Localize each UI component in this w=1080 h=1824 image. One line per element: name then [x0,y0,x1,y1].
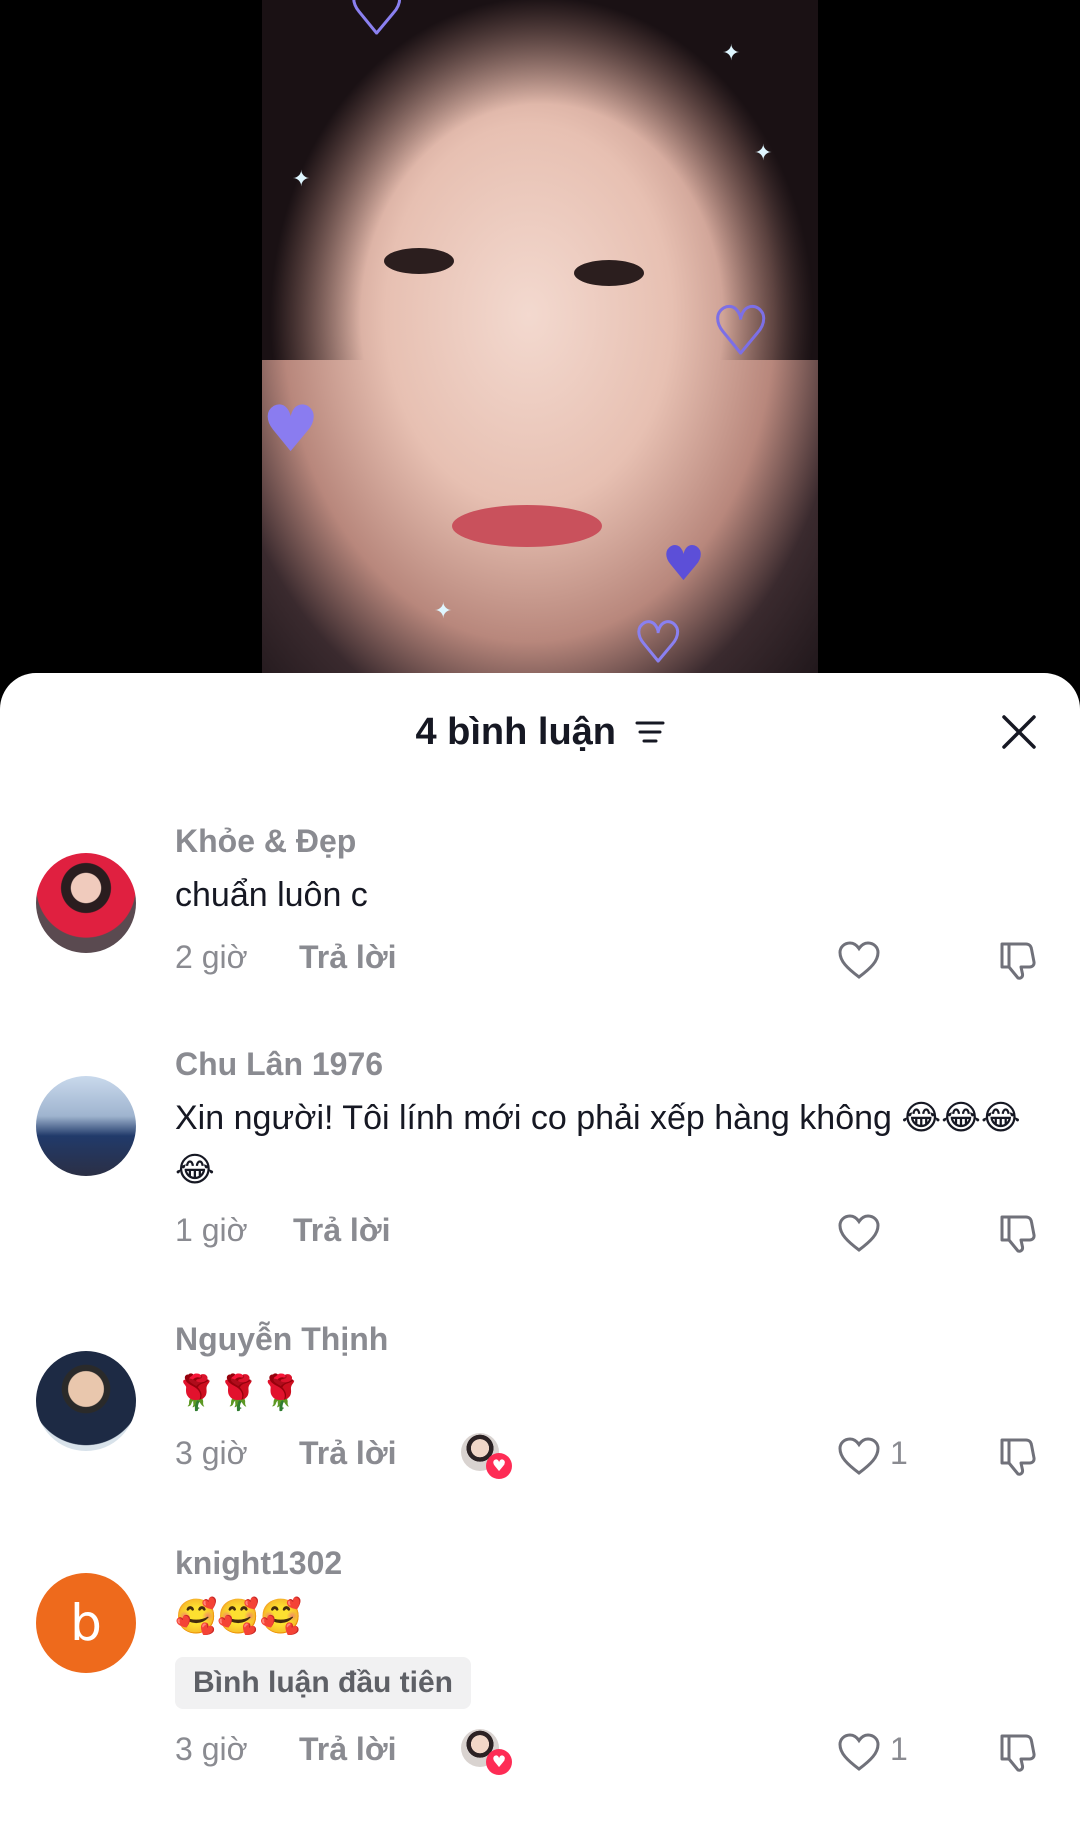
avatar[interactable] [36,853,136,953]
heart-outline-sticker-icon: ♥ [710,295,770,369]
heart-icon[interactable] [836,1729,882,1775]
comment-text: 🥰🥰🥰 [175,1598,303,1636]
comment-text: chuẩn luôn c [175,876,368,914]
creator-liked-heart-icon: ♥ [486,1749,512,1775]
comment-username[interactable]: knight1302 [175,1545,342,1582]
dislike-icon[interactable] [995,1433,1041,1479]
sheet-header: 4 bình luận [0,673,1080,793]
avatar[interactable]: b [36,1573,136,1673]
dislike-icon[interactable] [995,937,1041,983]
video-eye-right [574,260,644,286]
reply-button[interactable]: Trả lời [293,1212,390,1249]
video-eye-left [384,248,454,274]
sparkle-icon: ✦ [754,140,773,165]
reply-button[interactable]: Trả lời [299,1435,396,1472]
comment-text: Xin người! Tôi lính mới co phải xếp hàng… [175,1099,1021,1189]
heart-outline-sticker-icon: ♥ [632,611,683,674]
comment-username[interactable]: Nguyễn Thịnh [175,1321,388,1358]
dislike-icon[interactable] [995,1210,1041,1256]
dislike-icon[interactable] [995,1729,1041,1775]
sparkle-icon: ✦ [722,40,741,65]
like-count: 1 [890,1731,908,1767]
comment-username[interactable]: Khỏe & Đẹp [175,823,356,860]
comments-count-title: 4 bình luận [415,711,616,753]
heart-sticker-icon: ♥ [262,393,320,467]
comment-text: 🌹🌹🌹 [175,1374,303,1412]
sort-icon[interactable] [635,712,665,755]
sparkle-icon: ✦ [434,598,453,623]
heart-icon[interactable] [836,1210,882,1256]
first-comment-badge: Bình luận đầu tiên [175,1657,471,1709]
reply-button[interactable]: Trả lời [299,1731,396,1768]
comment-time: 3 giờ [175,1435,248,1471]
close-icon[interactable] [996,709,1042,755]
comment-time: 2 giờ [175,939,248,975]
heart-sticker-icon: ♥ [662,536,706,592]
avatar[interactable] [36,1351,136,1451]
video-lips [452,505,602,547]
sparkle-icon: ✦ [292,166,311,191]
heart-outline-sticker-icon: ♥ [346,0,406,49]
heart-icon[interactable] [836,1433,882,1479]
video-frame: ♥ ♥ ♥ ♥ ♥ ✦ ✦ ✦ ✦ [262,0,818,700]
comment-time: 1 giờ [175,1212,248,1248]
comment-time: 3 giờ [175,1731,248,1767]
like-count: 1 [890,1435,908,1471]
video-preview[interactable]: ♥ ♥ ♥ ♥ ♥ ✦ ✦ ✦ ✦ [0,0,1080,700]
heart-icon[interactable] [836,937,882,983]
comments-title-button[interactable]: 4 bình luận [0,711,1080,755]
comments-sheet: 4 bình luận Khỏe & Đẹp chuẩn luôn c 2 gi… [0,673,1080,1824]
reply-button[interactable]: Trả lời [299,939,396,976]
avatar[interactable] [36,1076,136,1176]
creator-liked-heart-icon: ♥ [486,1453,512,1479]
comment-username[interactable]: Chu Lân 1976 [175,1046,383,1083]
